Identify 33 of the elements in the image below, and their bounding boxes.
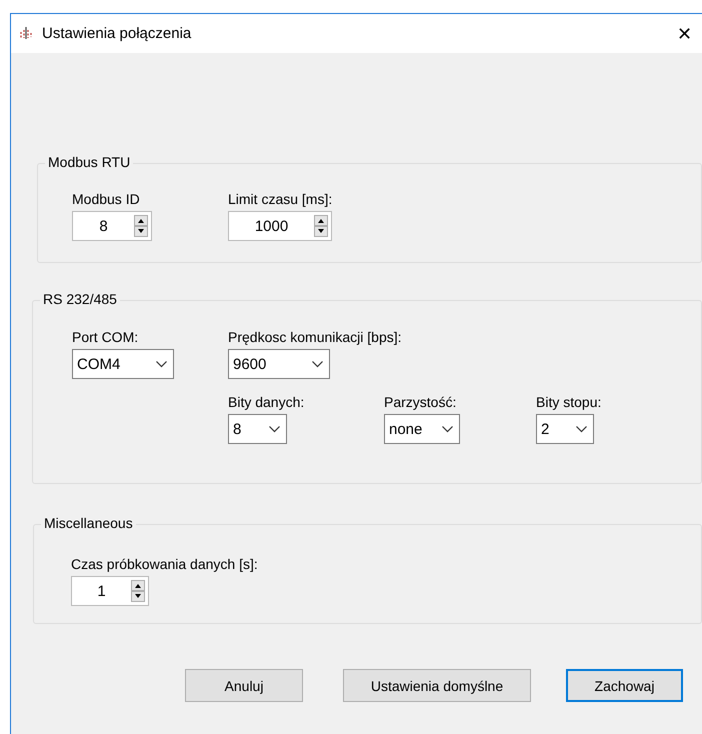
dialog-button[interactable]: Anuluj <box>185 669 303 702</box>
app-icon <box>18 26 34 42</box>
group-title: Miscellaneous <box>41 515 136 531</box>
dropdown-field[interactable]: 8 <box>228 414 287 444</box>
caret-icon <box>442 426 453 432</box>
dropdown-field[interactable]: 9600 <box>228 349 330 379</box>
spin-arrows-icon[interactable] <box>131 580 145 602</box>
spinner-field[interactable]: 1000 <box>228 211 332 241</box>
field-label: Czas próbkowania danych [s]: <box>71 555 258 573</box>
dropdown-field[interactable]: COM4 <box>72 349 174 379</box>
spinner-field[interactable]: 1 <box>71 576 149 606</box>
group-title: Modbus RTU <box>45 154 134 170</box>
dropdown-field[interactable]: 2 <box>536 414 594 444</box>
caret-icon <box>269 426 280 432</box>
field-label: Limit czasu [ms]: <box>228 190 332 208</box>
field-label: Bity danych: <box>228 393 304 411</box>
caret-icon <box>156 360 167 368</box>
field-label: Parzystość: <box>384 393 456 411</box>
spin-arrows-icon[interactable] <box>314 215 328 237</box>
spinner-field[interactable]: 8 <box>72 211 152 241</box>
dialog-button[interactable]: Ustawienia domyślne <box>343 669 531 702</box>
group-title: RS 232/485 <box>40 291 120 307</box>
caret-icon <box>576 426 587 432</box>
field-label: Port COM: <box>72 328 138 346</box>
dialog-button[interactable]: Zachowaj <box>566 669 683 702</box>
window-title: Ustawienia połączenia <box>42 25 192 42</box>
field-label: Prędkosc komunikacji [bps]: <box>228 328 402 346</box>
dropdown-field[interactable]: none <box>384 414 460 444</box>
caret-icon <box>312 360 323 368</box>
spin-arrows-icon[interactable] <box>134 215 148 237</box>
field-label: Bity stopu: <box>536 393 602 411</box>
close-button[interactable]: ✕ <box>677 22 692 44</box>
field-label: Modbus ID <box>72 190 140 208</box>
